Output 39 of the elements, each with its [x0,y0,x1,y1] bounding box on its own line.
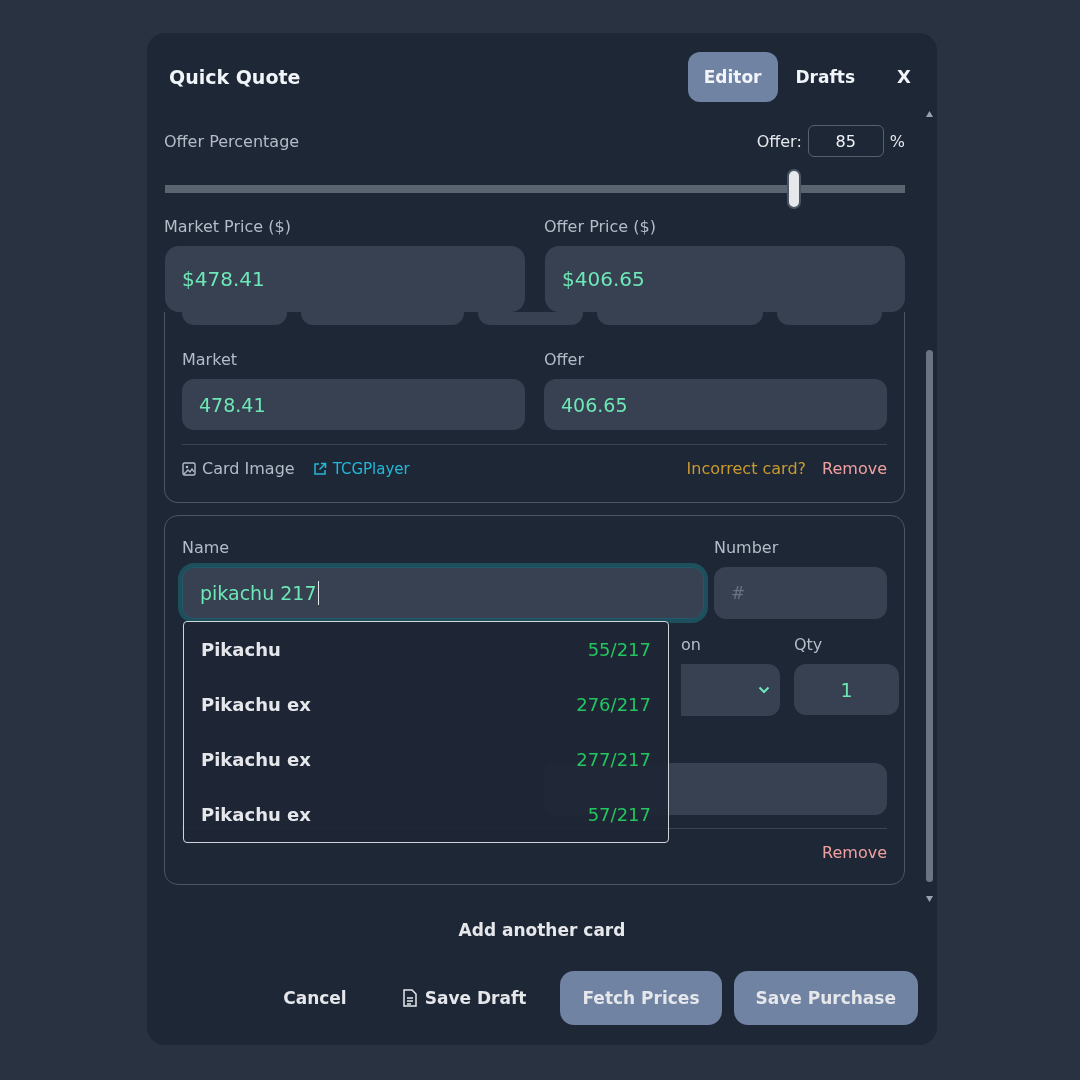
field-label: Number [714,538,780,557]
field-label: on [681,635,702,654]
field-label: Offer [544,350,586,369]
qty-field[interactable]: 1 [794,664,899,715]
save-draft-button[interactable]: Save Draft [380,971,549,1025]
offer-input[interactable]: 85 [807,125,884,157]
price-field[interactable]: 478.41 [182,379,525,430]
field-label: Qty [794,635,824,654]
suggestion-item[interactable]: Pikachu ex 276/217 [201,677,651,732]
tab[interactable]: Editor [687,51,778,102]
scrollbar[interactable] [924,108,935,905]
suggestion-item[interactable]: Pikachu 55/217 [201,622,651,677]
document-icon [402,989,417,1007]
chevron-down-icon [758,686,770,694]
field-label: Market [182,350,238,369]
remove-link[interactable]: Remove [822,459,887,478]
add-card-button[interactable]: Add another card [452,919,632,941]
price-field[interactable]: $478.41 [165,246,525,312]
external-link-icon [312,461,327,476]
tcgplayer-link[interactable]: TCGPlayer [312,459,410,478]
tab[interactable]: Drafts [779,51,872,102]
slider-thumb[interactable] [787,169,801,209]
percent-sign: % [889,131,905,151]
field-label: Market Price ($) [164,217,292,236]
remove-link[interactable]: Remove [822,843,887,862]
suggestion-item[interactable]: Pikachu ex 57/217 [201,787,651,842]
card-image-link[interactable]: Card Image [182,459,295,478]
suggestion-item[interactable]: Pikachu ex 277/217 [201,732,651,787]
offer-percentage-label: Offer Percentage [164,131,301,151]
price-field[interactable]: $406.65 [545,246,905,312]
close-button[interactable]: X [893,62,915,91]
dialog-title: Quick Quote [169,65,302,88]
image-icon [182,461,196,476]
incorrect-card-link[interactable]: Incorrect card? [686,459,807,478]
cancel-button[interactable]: Cancel [261,971,369,1025]
price-field[interactable]: 406.65 [544,379,887,430]
field-label: Name [182,538,231,557]
offer-label: Offer: [756,131,802,151]
field-label: Offer Price ($) [544,217,657,236]
